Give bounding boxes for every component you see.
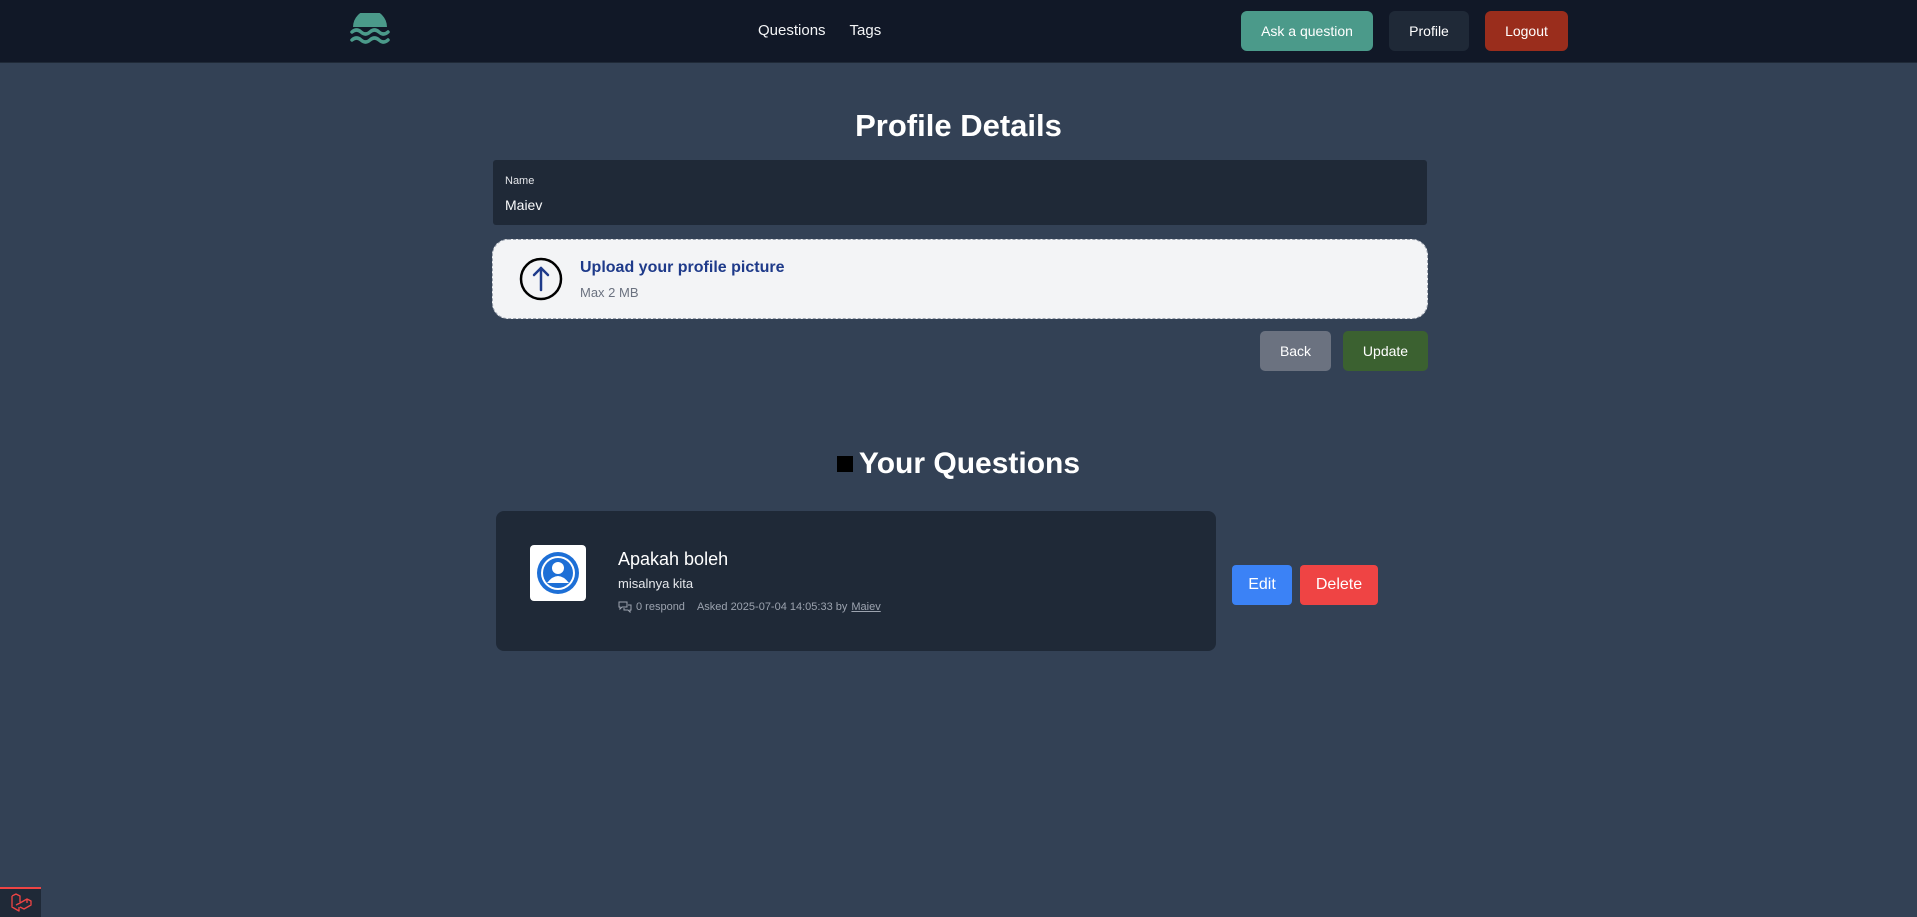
- nav-link-tags[interactable]: Tags: [850, 22, 882, 39]
- question-card: Apakah boleh misalnya kita 0 respond Ask…: [496, 511, 1216, 651]
- edit-question-button[interactable]: Edit: [1232, 565, 1292, 605]
- top-navbar: Questions Tags Ask a question Profile Lo…: [0, 0, 1917, 63]
- main-nav: Questions Tags: [758, 22, 881, 39]
- name-label: Name: [505, 175, 535, 187]
- page-title: Profile Details: [855, 108, 1062, 143]
- laravel-logo-icon: [10, 893, 32, 912]
- asked-timestamp: Asked 2025-07-04 14:05:33 by: [696, 601, 848, 613]
- ask-question-button[interactable]: Ask a question: [1241, 11, 1373, 51]
- nav-link-questions[interactable]: Questions: [758, 22, 826, 39]
- arrow-up-circle-icon: [519, 257, 563, 301]
- profile-picture-upload[interactable]: Upload your profile picture Max 2 MB: [492, 239, 1428, 319]
- question-title[interactable]: Apakah boleh: [618, 549, 728, 570]
- comments-icon: [618, 601, 632, 613]
- question-excerpt: misalnya kita: [618, 576, 694, 591]
- question-meta: 0 respond Asked 2025-07-04 14:05:33 by M…: [618, 601, 881, 613]
- avatar: [530, 545, 586, 601]
- name-input[interactable]: [505, 197, 1405, 213]
- upload-size-limit: Max 2 MB: [580, 285, 639, 300]
- name-field[interactable]: Name: [493, 160, 1427, 225]
- response-count: 0 respond: [636, 601, 685, 613]
- update-button[interactable]: Update: [1343, 331, 1428, 371]
- debugbar-toggle[interactable]: [0, 887, 41, 917]
- square-icon: [836, 456, 853, 472]
- delete-question-button[interactable]: Delete: [1300, 565, 1378, 605]
- back-button[interactable]: Back: [1260, 331, 1331, 371]
- logout-button[interactable]: Logout: [1485, 11, 1568, 51]
- upload-title: Upload your profile picture: [580, 259, 785, 276]
- author-link[interactable]: Maiev: [851, 601, 880, 613]
- your-questions-heading: Your Questions: [0, 447, 1917, 481]
- user-avatar-icon: [537, 552, 579, 594]
- profile-button[interactable]: Profile: [1389, 11, 1469, 51]
- your-questions-title: Your Questions: [858, 447, 1081, 480]
- waves-logo-icon[interactable]: [349, 13, 391, 49]
